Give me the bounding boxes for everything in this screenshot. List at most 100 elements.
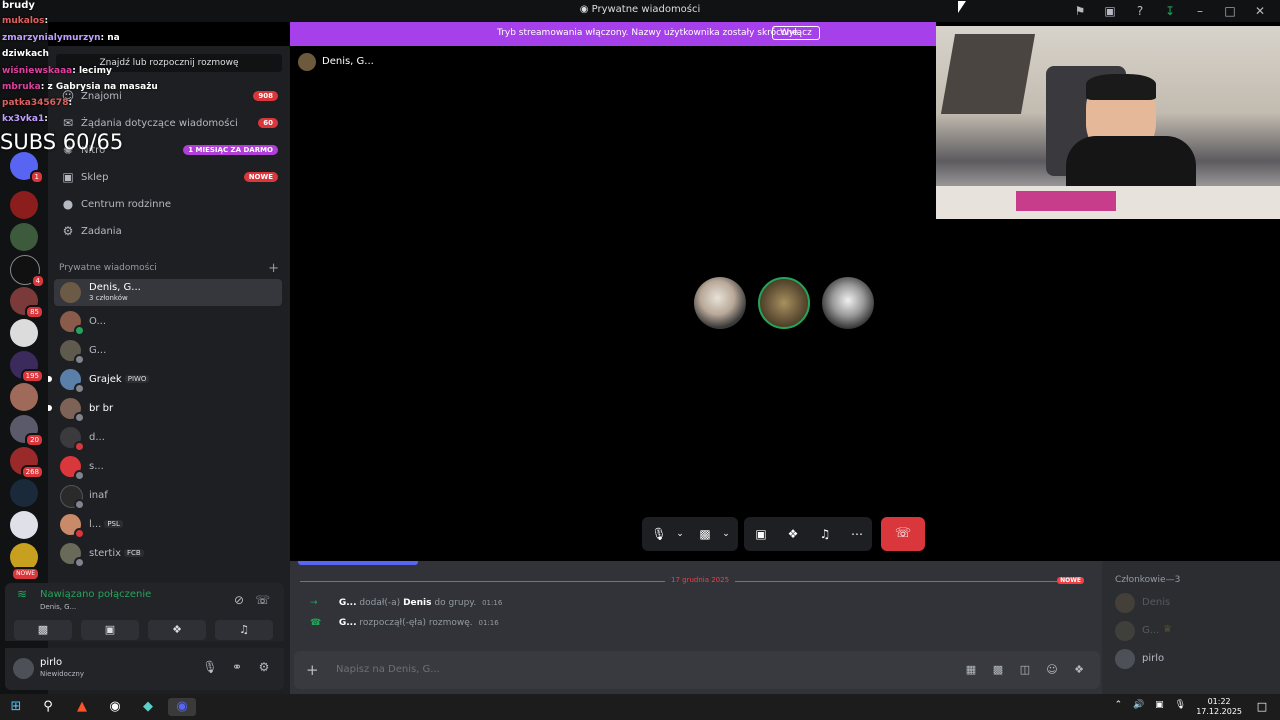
screen-share-icon[interactable]: ▣ [81,620,139,640]
message-composer[interactable]: + Napisz na Denis, G... ▦ ▩ ◫ ☺ ❖ [294,651,1100,689]
camera-off-icon[interactable]: ▩ [696,525,714,543]
clock[interactable]: 01:22 17.12.2025 [1196,697,1242,717]
window-shape [940,34,1036,114]
noise-suppression-icon[interactable]: ⊘ [234,593,244,607]
chevron-up-icon[interactable]: ⌃ [1115,700,1127,710]
dm-item[interactable]: l... PSL [54,511,282,539]
gif-icon[interactable]: ▩ [990,663,1006,676]
dm-name: G... [89,345,107,356]
network-icon[interactable]: ▣ [1155,700,1168,710]
server-icon[interactable] [10,479,38,507]
nav-family-center[interactable]: ● Centrum rodzinne [54,193,282,217]
more-icon[interactable]: ⋯ [848,525,866,543]
server-icon[interactable] [10,511,38,539]
app-icon[interactable]: ◉ [105,698,125,716]
microphone-icon[interactable]: 🎙 [1175,700,1190,710]
dm-name: inaf [89,490,108,501]
badge: 4 [30,274,45,288]
search-icon[interactable]: ⚲ [38,698,58,716]
member-item[interactable]: G... ♕ [1115,621,1275,641]
server-icon[interactable]: 268 [10,447,44,479]
nav-quests[interactable]: ⚙ Zadania [54,220,282,244]
participant-avatar[interactable] [822,277,874,329]
app-icon[interactable]: ◆ [138,698,158,716]
activities-icon[interactable]: ❖ [784,525,802,543]
participant-avatar[interactable] [694,277,746,329]
dm-name-text: stertix [89,548,122,559]
microphone-icon[interactable]: 🎙 [201,660,219,674]
soundboard-icon[interactable]: ♫ [215,620,273,640]
nav-shop[interactable]: ▣ Sklep NOWE [54,166,282,190]
badge: 20 [25,433,44,447]
voice-controls: ▩ ▣ ❖ ♫ [14,620,280,640]
gift-icon[interactable]: ▦ [963,663,979,676]
volume-icon[interactable]: 🔊 [1133,700,1148,710]
minimize-icon[interactable]: – [1190,2,1210,20]
screen-share-icon[interactable]: ▣ [1100,2,1120,20]
message-time: 01:16 [482,599,503,607]
hang-up-button[interactable]: ☏ [881,517,925,551]
message-input[interactable]: Napisz na Denis, G... [336,664,440,675]
chevron-down-icon[interactable]: ⌄ [671,525,689,543]
flag-icon[interactable]: ⚑ [1070,2,1090,20]
settings-icon[interactable]: ⚙ [255,660,273,674]
dm-item[interactable]: stertix FCB [54,540,282,568]
member-item[interactable]: pirlo [1115,649,1275,669]
dm-item[interactable]: br br [48,395,282,423]
camera-off-icon[interactable]: ▩ [14,620,72,640]
apps-icon[interactable]: ❖ [1071,663,1087,676]
create-dm-icon[interactable]: + [268,261,279,276]
disable-streamer-mode-button[interactable]: Wyłącz [772,26,820,40]
dm-item[interactable]: O... [54,308,282,336]
voice-status[interactable]: Nawiązano połączenie [40,589,151,600]
server-icon[interactable] [10,191,38,219]
headphones-icon[interactable]: ⚭ [228,660,246,674]
user-status: Niewidoczny [40,670,84,678]
message-target[interactable]: Denis [403,598,431,608]
dm-item[interactable]: Denis, G... 3 członków [54,279,282,306]
server-icon[interactable]: 20 [10,415,44,447]
attach-plus-icon[interactable]: + [306,661,319,679]
overlay-user: zmarzynialymurzyn [2,33,101,43]
server-icon[interactable]: 195 [10,351,44,383]
emoji-icon[interactable]: ☺ [1044,663,1060,676]
microphone-icon[interactable]: 🎙 [650,525,668,543]
avatar[interactable] [13,658,34,679]
chevron-down-icon[interactable]: ⌄ [717,525,735,543]
server-icon[interactable] [10,223,38,251]
server-icon[interactable]: 4 [10,255,45,288]
disconnect-icon[interactable]: ☏ [255,593,270,607]
dm-item[interactable]: Grajek PIWO [48,366,282,394]
maximize-icon[interactable]: □ [1220,2,1240,20]
windows-start-icon[interactable]: ⊞ [6,698,26,716]
notification-icon[interactable]: □ [1252,698,1272,716]
server-icon[interactable]: NOWE [10,543,40,581]
dm-item[interactable]: d... [54,424,282,452]
message-author[interactable]: G... [339,618,357,628]
message-time: 01:16 [478,619,499,627]
server-icon[interactable]: 85 [10,287,44,319]
participant-avatar[interactable] [758,277,810,329]
dm-item[interactable]: s... [54,453,282,481]
message-author[interactable]: G... [339,598,357,608]
activities-icon[interactable]: ❖ [148,620,206,640]
sticker-icon[interactable]: ◫ [1017,663,1033,676]
clan-tag: PIWO [124,375,150,383]
dm-item[interactable]: G... [54,337,282,365]
dm-name-text: l... [89,519,102,530]
dm-item[interactable]: inaf [54,482,282,510]
new-messages-divider: 17 grudnia 2025 NOWE [300,576,1084,584]
server-icon[interactable] [10,383,38,411]
crown-icon: ♕ [1163,624,1172,635]
screen-share-icon[interactable]: ▣ [752,525,770,543]
brave-browser-icon[interactable]: ▲ [72,698,92,716]
status-indicator [74,412,85,423]
help-icon[interactable]: ? [1130,2,1150,20]
close-icon[interactable]: ✕ [1250,2,1270,20]
nav-label: Sklep [81,172,109,183]
download-icon[interactable]: ↧ [1160,2,1180,20]
discord-taskbar-icon[interactable]: ◉ [168,698,196,716]
server-icon[interactable] [10,319,38,347]
member-item[interactable]: Denis [1115,593,1275,613]
soundboard-icon[interactable]: ♫ [816,525,834,543]
